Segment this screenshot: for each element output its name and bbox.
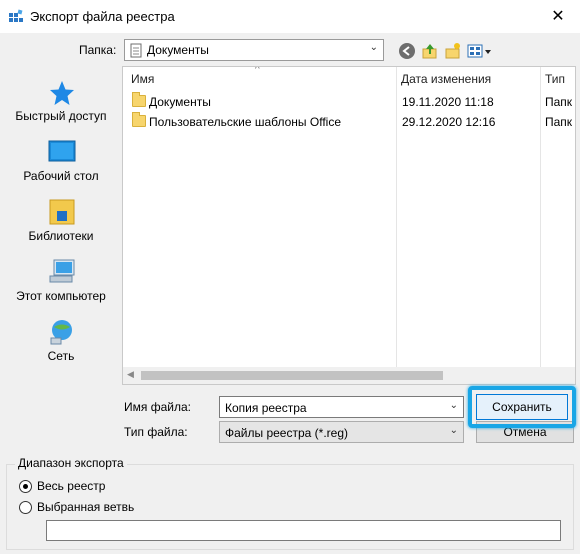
new-folder-icon[interactable]	[444, 42, 462, 60]
place-this-pc[interactable]: Этот компьютер	[4, 256, 118, 312]
folder-label: Папка:	[79, 43, 117, 57]
registry-editor-icon	[9, 9, 23, 22]
export-range-group: Диапазон экспорта Весь реестр Выбранная …	[6, 456, 574, 550]
close-icon: ✕	[551, 8, 565, 25]
horizontal-scrollbar[interactable]: ◀	[123, 367, 575, 384]
file-date: 29.12.2020 12:16	[402, 115, 496, 129]
close-button[interactable]: ✕	[536, 0, 580, 33]
place-label: Библиотеки	[28, 229, 94, 243]
all-registry-radio[interactable]	[19, 480, 32, 493]
file-row[interactable]: Документы 19.11.2020 11:18 Папк	[123, 92, 575, 112]
folder-combo-value: Документы	[147, 43, 209, 57]
branch-path-input[interactable]	[46, 520, 561, 541]
place-label: Рабочий стол	[23, 169, 99, 183]
file-name-value: Копия реестра	[225, 401, 307, 415]
export-range-legend: Диапазон экспорта	[15, 456, 127, 470]
column-header-type[interactable]: Тип	[545, 72, 565, 86]
up-folder-icon[interactable]	[421, 42, 439, 60]
place-label: Этот компьютер	[16, 289, 106, 303]
place-libraries[interactable]: Библиотеки	[4, 196, 118, 252]
file-type: Папк	[545, 115, 573, 129]
export-dialog: Экспорт файла реестра ✕ Папка: Документы…	[0, 0, 580, 554]
place-network[interactable]: Сеть	[4, 316, 118, 372]
file-type-value: Файлы реестра (*.reg)	[225, 426, 348, 440]
desktop-icon	[48, 140, 76, 162]
scroll-left-icon[interactable]: ◀	[127, 369, 134, 380]
column-header-name[interactable]: Имя	[131, 72, 154, 86]
save-button[interactable]: Сохранить	[476, 394, 568, 420]
folder-icon	[132, 92, 146, 107]
place-quick-access[interactable]: Быстрый доступ	[4, 76, 118, 132]
view-menu-icon[interactable]	[467, 42, 493, 60]
sort-arrow-icon: ^	[255, 66, 260, 75]
title-bar: Экспорт файла реестра ✕	[0, 0, 580, 33]
file-list[interactable]: ^ Имя Дата изменения Тип Документы 19.11…	[122, 66, 576, 385]
libraries-icon	[49, 199, 75, 225]
chevron-down-icon: ⌄	[369, 42, 378, 53]
folder-combo[interactable]: Документы ⌄	[124, 39, 384, 61]
file-type-select[interactable]: Файлы реестра (*.reg) ⌄	[219, 421, 464, 443]
places-bar: Быстрый доступ Рабочий стол Библиотеки Э…	[4, 66, 118, 436]
star-icon	[50, 81, 74, 105]
chevron-down-icon[interactable]: ⌄	[450, 400, 458, 411]
computer-icon	[49, 259, 75, 283]
file-type: Папк	[545, 95, 573, 109]
folder-icon	[132, 112, 146, 127]
file-name: Пользовательские шаблоны Office	[149, 115, 341, 129]
file-name-label: Имя файла:	[124, 400, 191, 414]
column-header-date[interactable]: Дата изменения	[401, 72, 491, 86]
place-label: Сеть	[47, 349, 75, 363]
documents-icon	[130, 43, 142, 58]
window-title: Экспорт файла реестра	[30, 9, 175, 24]
back-icon[interactable]	[398, 42, 416, 60]
file-row[interactable]: Пользовательские шаблоны Office 29.12.20…	[123, 112, 575, 132]
place-desktop[interactable]: Рабочий стол	[4, 136, 118, 192]
file-type-label: Тип файла:	[124, 425, 188, 439]
chevron-down-icon: ⌄	[449, 425, 458, 436]
place-label: Быстрый доступ	[15, 109, 107, 123]
network-icon	[50, 320, 72, 345]
scrollbar-thumb[interactable]	[141, 371, 443, 380]
all-registry-label[interactable]: Весь реестр	[37, 479, 105, 493]
selected-branch-radio[interactable]	[19, 501, 32, 514]
file-name: Документы	[149, 95, 211, 109]
selected-branch-label[interactable]: Выбранная ветвь	[37, 500, 134, 514]
file-date: 19.11.2020 11:18	[402, 95, 494, 109]
file-name-input[interactable]: Копия реестра ⌄	[219, 396, 464, 418]
